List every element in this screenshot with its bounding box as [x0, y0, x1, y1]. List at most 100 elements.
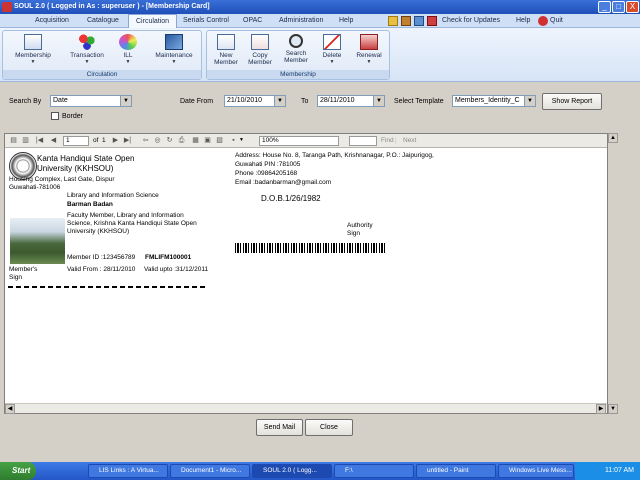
tab-help[interactable]: Help — [332, 14, 360, 28]
tree-toggle-icon[interactable]: ▥ — [21, 136, 30, 145]
page-number-input[interactable]: 1 — [63, 136, 89, 146]
cut-line — [8, 286, 208, 288]
new-member-icon — [217, 34, 235, 50]
start-button[interactable]: Start — [0, 462, 36, 480]
back-icon[interactable]: ⇦ — [141, 136, 150, 145]
designation-line1: Faculty Member, Library and Information — [67, 212, 184, 219]
scroll-down-icon[interactable]: ▼ — [608, 404, 618, 414]
menu-bar: Acquisition Catalogue Circulation Serial… — [0, 14, 640, 28]
university-name-line2: University (KKHSOU) — [37, 164, 114, 173]
date-from-field[interactable]: 21/10/2010 ▼ — [224, 95, 286, 107]
page-setup-icon[interactable]: ▣ — [203, 136, 212, 145]
designation-line2: Science, Krishna Kanta Handiqui State Op… — [67, 220, 197, 227]
tab-circulation[interactable]: Circulation — [128, 14, 178, 28]
task-live-messenger[interactable]: Windows Live Mess... — [498, 464, 574, 478]
membership-button[interactable]: Membership ▼ — [11, 34, 55, 66]
find-input[interactable] — [349, 136, 377, 146]
task-soul[interactable]: SOUL 2.0 ( Logg... — [252, 464, 332, 478]
renewal-button[interactable]: Renewal ▼ — [351, 34, 387, 66]
task-lis-links[interactable]: LIS Links : A Virtua... — [88, 464, 168, 478]
ill-button[interactable]: ILL ▼ — [113, 34, 143, 66]
task-document1[interactable]: Document1 - Micro... — [170, 464, 250, 478]
scroll-up-icon[interactable]: ▲ — [608, 133, 618, 143]
find-separator: | — [395, 137, 397, 144]
window-close-button[interactable]: X — [626, 1, 639, 13]
tab-catalogue[interactable]: Catalogue — [80, 14, 126, 28]
date-to-field[interactable]: 28/11/2010 ▼ — [317, 95, 385, 107]
check-updates-link[interactable]: Check for Updates — [442, 14, 500, 28]
search-by-select[interactable]: Date ▼ — [50, 95, 132, 107]
tab-acquisition[interactable]: Acquisition — [28, 14, 76, 28]
prev-page-icon[interactable]: ◀ — [49, 136, 58, 145]
university-address-line2: Guwahati-781006 — [9, 184, 61, 191]
first-page-icon[interactable]: |◀ — [35, 136, 44, 145]
task-drive-f[interactable]: F:\ — [334, 464, 414, 478]
copy-member-button[interactable]: Copy Member — [245, 34, 275, 66]
member-address-line2: Guwahati PIN :781005 — [235, 161, 301, 168]
page-total: 1 — [102, 137, 106, 144]
member-sign-label1: Member's — [9, 266, 38, 273]
renewal-icon — [360, 34, 378, 50]
membership-card-icon — [24, 34, 42, 50]
window-title: SOUL 2.0 ( Logged in As : superuser ) - … — [14, 3, 210, 10]
toolbar-icon-1[interactable] — [388, 16, 398, 26]
print-icon[interactable]: ⎙ — [177, 136, 186, 145]
close-button[interactable]: Close — [305, 419, 353, 436]
minimize-button[interactable]: _ — [598, 1, 611, 13]
stop-icon[interactable]: ◎ — [153, 136, 162, 145]
search-by-label: Search By — [9, 98, 42, 105]
app-icon — [2, 2, 12, 12]
maintenance-button[interactable]: Maintenance ▼ — [149, 34, 199, 66]
delete-button[interactable]: Delete ▼ — [317, 34, 347, 66]
tab-opac[interactable]: OPAC — [236, 14, 269, 28]
clock: 11:07 AM — [604, 467, 634, 474]
transaction-icon — [78, 34, 96, 50]
member-id: Member ID :123456789 — [67, 254, 136, 261]
scroll-left-icon[interactable]: ◀ — [5, 404, 15, 414]
viewer-toolbar: ▤ ▥ |◀ ◀ 1 of 1 ▶ ▶| ⇦ ◎ ↻ ⎙ ▦ ▣ ▧ ▪ ▼ 1… — [5, 134, 607, 148]
border-checkbox[interactable] — [51, 112, 59, 120]
print-layout-icon[interactable]: ▦ — [191, 136, 200, 145]
search-member-icon — [289, 34, 303, 48]
help-link[interactable]: Help — [516, 14, 530, 28]
export-icon[interactable]: ▤ — [9, 136, 18, 145]
maximize-button[interactable]: □ — [612, 1, 625, 13]
refresh-icon[interactable]: ↻ — [165, 136, 174, 145]
authority-sign-label1: Authority — [347, 222, 373, 229]
preview-icon[interactable]: ▧ — [215, 136, 224, 145]
vertical-scrollbar[interactable]: ▲ ▼ — [608, 133, 618, 414]
send-mail-button[interactable]: Send Mail — [256, 419, 303, 436]
calendar-dropdown-icon: ▼ — [373, 96, 384, 106]
find-link[interactable]: Find — [381, 137, 394, 144]
chevron-down-icon: ▼ — [524, 96, 535, 106]
save-icon[interactable]: ▪ — [229, 136, 238, 145]
quit-link[interactable]: Quit — [550, 14, 563, 28]
window-title-bar: SOUL 2.0 ( Logged in As : superuser ) - … — [0, 0, 640, 14]
last-page-icon[interactable]: ▶| — [123, 136, 132, 145]
member-barcode — [235, 243, 387, 253]
scroll-right-icon[interactable]: ▶ — [596, 404, 606, 414]
search-member-button[interactable]: Search Member — [279, 34, 313, 64]
transaction-button[interactable]: Transaction ▼ — [65, 34, 109, 66]
quit-icon[interactable] — [538, 16, 548, 26]
toolbar-icon-3[interactable] — [414, 16, 424, 26]
show-report-button[interactable]: Show Report — [542, 93, 602, 110]
horizontal-scrollbar[interactable]: ◀ ▶ — [5, 403, 607, 414]
calendar-dropdown-icon: ▼ — [274, 96, 285, 106]
toolbar-icon-4[interactable] — [427, 16, 437, 26]
tab-serials-control[interactable]: Serials Control — [176, 14, 236, 28]
template-select[interactable]: Members_Identity_C ▼ — [452, 95, 536, 107]
chevron-down-icon[interactable]: ▼ — [239, 137, 244, 143]
new-member-button[interactable]: New Member — [211, 34, 241, 66]
zoom-select[interactable]: 100% — [259, 136, 339, 146]
toolbar-icon-2[interactable] — [401, 16, 411, 26]
valid-upto: Valid upto :31/12/2011 — [144, 266, 209, 273]
member-dob: D.O.B.1/26/1982 — [261, 194, 321, 203]
task-paint[interactable]: untitled - Paint — [416, 464, 496, 478]
windows-taskbar: Start LIS Links : A Virtua... Document1 … — [0, 462, 640, 480]
next-page-icon[interactable]: ▶ — [111, 136, 120, 145]
tab-administration[interactable]: Administration — [272, 14, 330, 28]
ribbon: Membership ▼ Transaction ▼ ILL ▼ Mainten… — [0, 28, 640, 82]
member-photo — [10, 218, 65, 264]
next-link[interactable]: Next — [403, 137, 416, 144]
